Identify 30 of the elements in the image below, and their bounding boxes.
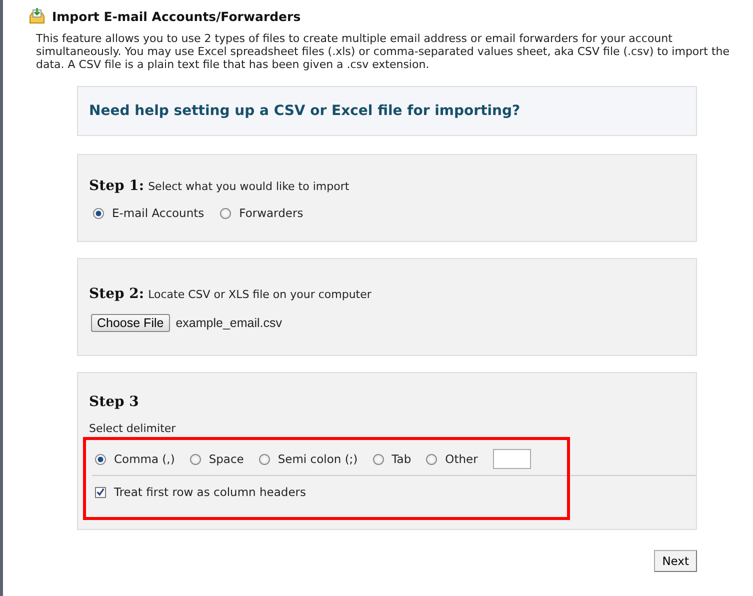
file-name: example_email.csv xyxy=(176,316,282,330)
choose-file-button[interactable]: Choose File xyxy=(91,314,170,332)
step-text: Locate CSV or XLS file on your computer xyxy=(148,288,372,301)
radio-button[interactable] xyxy=(220,208,232,218)
option-label: Tab xyxy=(392,452,412,466)
step-text: Select delimiter xyxy=(89,422,177,435)
step-text: Select what you would like to import xyxy=(148,180,350,193)
option-label: E-mail Accounts xyxy=(112,206,204,220)
next-button[interactable]: Next xyxy=(654,550,697,572)
other-input-field[interactable] xyxy=(492,449,531,469)
import-box-icon xyxy=(28,7,46,25)
step-heading: Step 3 xyxy=(89,394,140,410)
intro-paragraph: This feature allows you to use 2 types of files to create multiple email address or email forwarders for your account simultaneously. You may use Excel spreadsheet files (.xls) or comma-separated values sheet, aka CSV file (.csv) to import the data. A CSV file is a plain text file that has been given a .csv extension. xyxy=(36,32,731,71)
radio-button[interactable] xyxy=(372,454,384,464)
option-label: Forwarders xyxy=(239,206,304,220)
radio-button[interactable] xyxy=(190,454,201,464)
option-label: Other xyxy=(445,452,478,466)
checkbox-label: Treat first row as column headers xyxy=(114,485,306,499)
option-label: Space xyxy=(208,452,244,466)
step-heading: Step 2: xyxy=(89,286,144,302)
radio-button[interactable] xyxy=(258,454,270,464)
option-label: Comma (,) xyxy=(114,452,175,466)
option-label: Semi colon (;) xyxy=(278,452,358,466)
step-heading: Step 1: xyxy=(89,178,144,194)
radio-button[interactable] xyxy=(426,454,438,464)
help-heading[interactable]: Need help setting up a CSV or Excel file for importing? xyxy=(89,103,520,119)
radio-button[interactable] xyxy=(93,208,104,218)
page-title: Import E-mail Accounts/Forwarders xyxy=(52,8,301,24)
radio-button[interactable] xyxy=(95,454,106,464)
checkbox[interactable] xyxy=(95,486,106,498)
